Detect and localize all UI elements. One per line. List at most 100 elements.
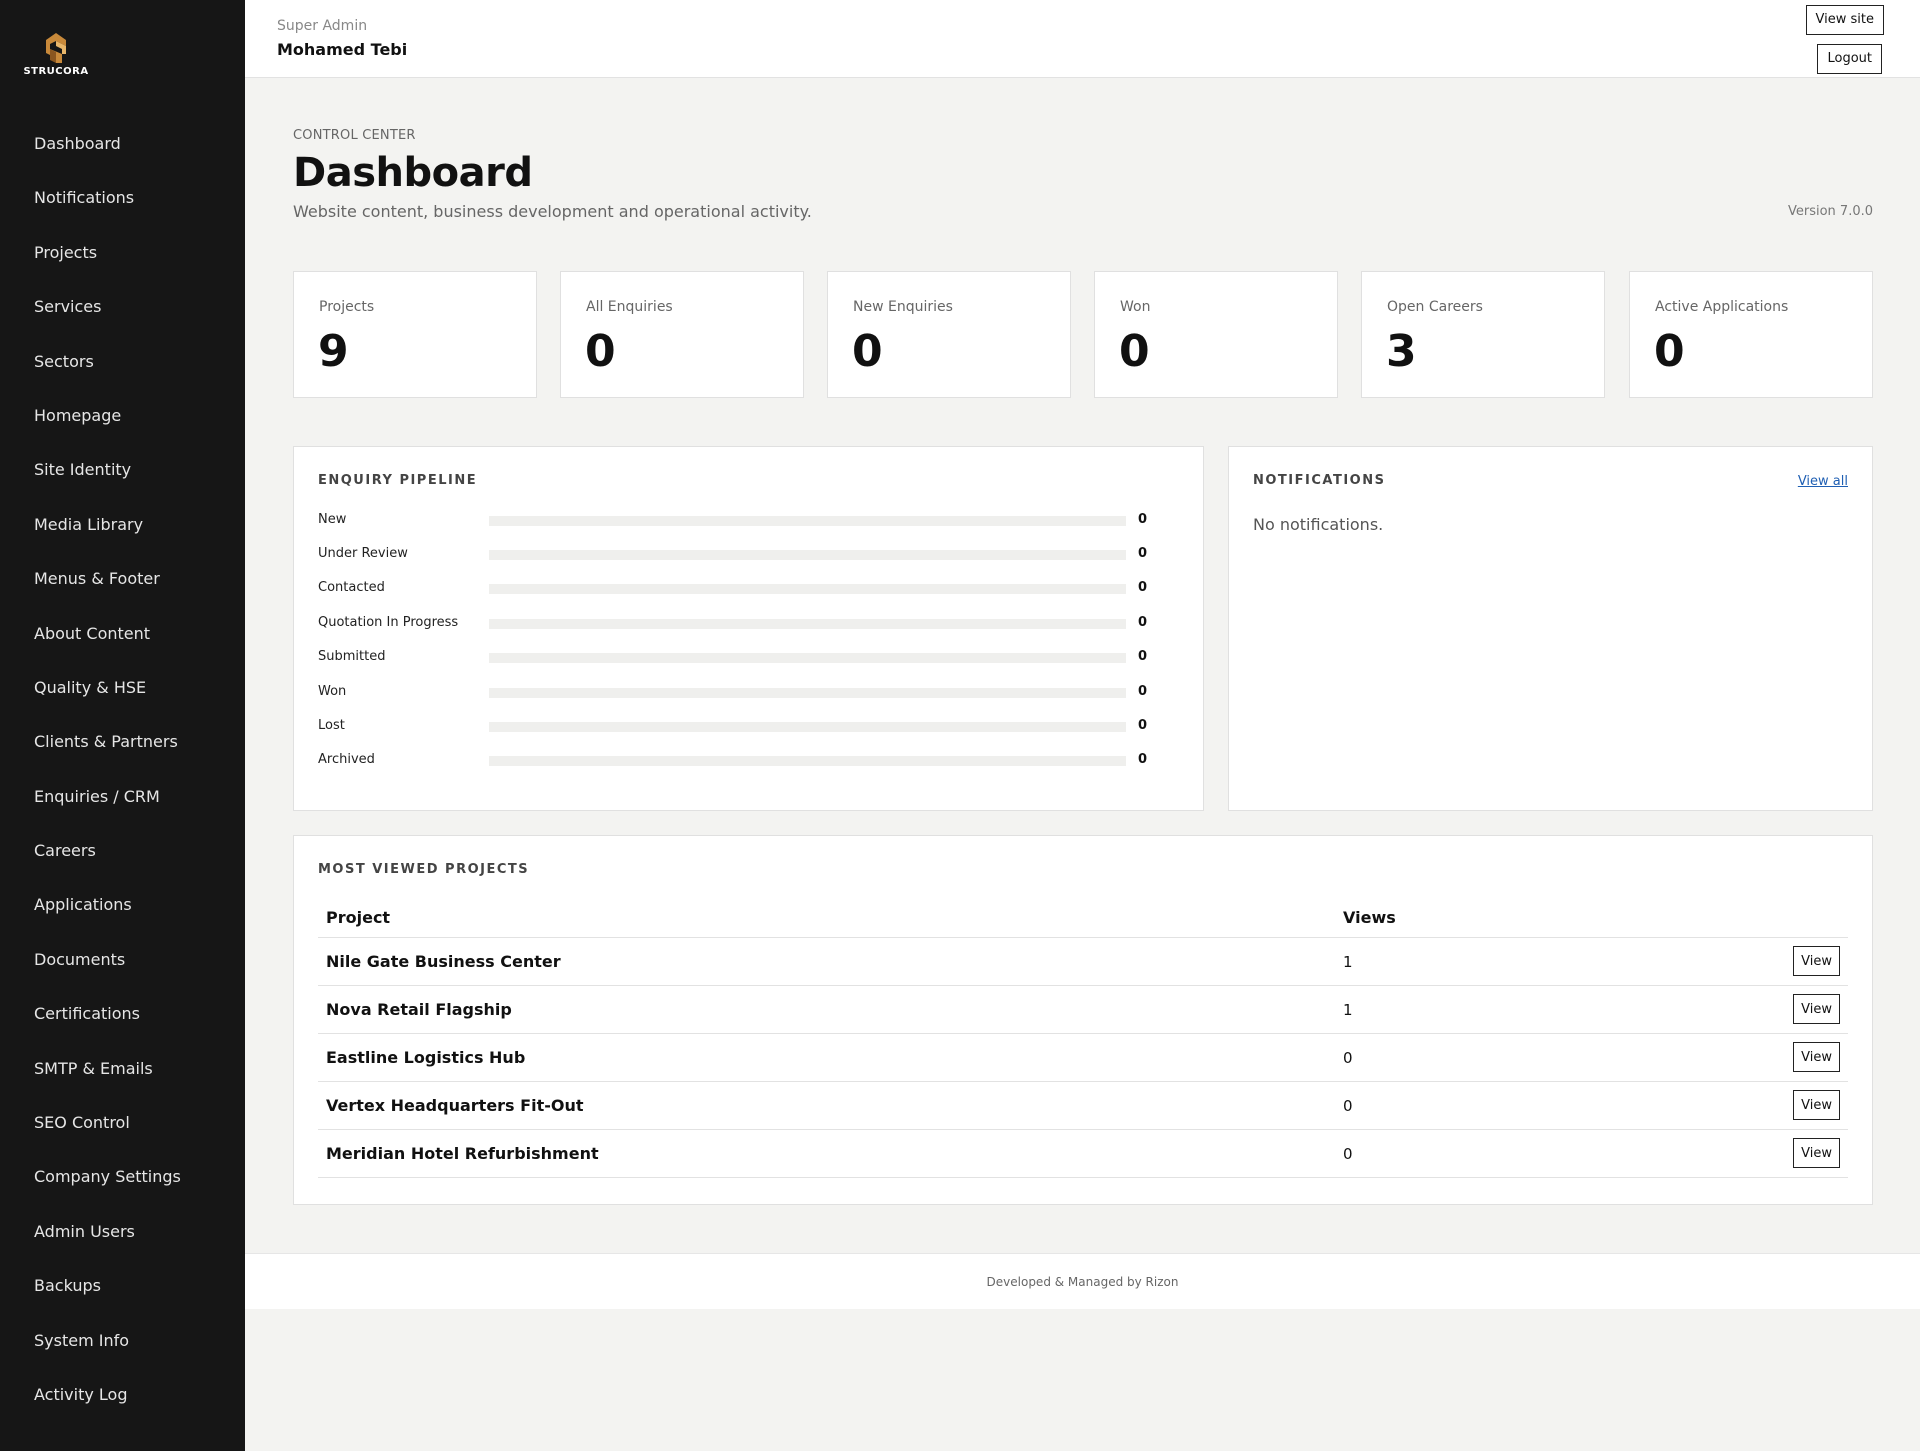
sidebar-item-sectors[interactable]: Sectors <box>0 336 245 390</box>
pipeline-row-quotation-in-progress: Quotation In Progress 0 <box>318 613 1178 633</box>
table-row: Vertex Headquarters Fit-Out 0 View <box>318 1082 1848 1130</box>
sidebar-item-backups[interactable]: Backups <box>0 1260 245 1314</box>
sidebar-item-activity-log[interactable]: Activity Log <box>0 1369 245 1423</box>
most-viewed-projects-table: Project Views Nile Gate Business Center … <box>318 902 1848 1178</box>
view-project-button[interactable]: View <box>1793 1042 1840 1072</box>
pipeline-row-contacted: Contacted 0 <box>318 578 1178 598</box>
sidebar-item-site-identity[interactable]: Site Identity <box>0 444 245 498</box>
sidebar-item-about-content[interactable]: About Content <box>0 608 245 662</box>
view-project-button[interactable]: View <box>1793 946 1840 976</box>
sidebar-item-clients-partners[interactable]: Clients & Partners <box>0 716 245 770</box>
sidebar-item-smtp-emails[interactable]: SMTP & Emails <box>0 1043 245 1097</box>
project-name: Vertex Headquarters Fit-Out <box>326 1096 584 1115</box>
project-views: 1 <box>1343 1001 1353 1019</box>
stat-card-projects: Projects 9 <box>293 271 537 398</box>
pipeline-row-won: Won 0 <box>318 682 1178 702</box>
stat-value: 0 <box>852 326 883 377</box>
enquiry-pipeline-title: ENQUIRY PIPELINE <box>318 473 478 488</box>
stat-value: 0 <box>1654 326 1685 377</box>
most-viewed-projects-title: MOST VIEWED PROJECTS <box>318 862 530 877</box>
sidebar-item-company-settings[interactable]: Company Settings <box>0 1151 245 1205</box>
pipeline-bar-track <box>489 516 1126 526</box>
pipeline-stage-count: 0 <box>1138 546 1148 561</box>
sidebar-item-applications[interactable]: Applications <box>0 879 245 933</box>
stat-card-won: Won 0 <box>1094 271 1338 398</box>
sidebar-item-system-info[interactable]: System Info <box>0 1315 245 1369</box>
sidebar: STRUCORA Dashboard Notifications Project… <box>0 0 245 1451</box>
sidebar-item-careers[interactable]: Careers <box>0 825 245 879</box>
stat-card-open-careers: Open Careers 3 <box>1361 271 1605 398</box>
brand-logo[interactable]: STRUCORA <box>20 32 92 80</box>
table-row: Nova Retail Flagship 1 View <box>318 986 1848 1034</box>
project-views: 0 <box>1343 1049 1353 1067</box>
footer-credit: Developed & Managed by Rizon <box>986 1275 1179 1289</box>
page-subtitle: Website content, business development an… <box>293 202 812 221</box>
pipeline-stage-count: 0 <box>1138 718 1148 733</box>
pipeline-stage-label: Under Review <box>318 546 408 561</box>
sidebar-item-certifications[interactable]: Certifications <box>0 988 245 1042</box>
view-all-notifications-link[interactable]: View all <box>1798 474 1848 489</box>
enquiry-pipeline-card: ENQUIRY PIPELINE New 0 Under Review 0 Co… <box>293 446 1204 811</box>
pipeline-bar-track <box>489 550 1126 560</box>
pipeline-bar-track <box>489 722 1126 732</box>
strucora-logo-icon <box>46 33 66 63</box>
pipeline-stage-label: Contacted <box>318 580 385 595</box>
column-header-views: Views <box>1343 908 1396 927</box>
sidebar-item-enquiries-crm[interactable]: Enquiries / CRM <box>0 771 245 825</box>
stat-value: 0 <box>585 326 616 377</box>
project-name: Meridian Hotel Refurbishment <box>326 1144 599 1163</box>
stat-value: 0 <box>1119 326 1150 377</box>
logout-button[interactable]: Logout <box>1817 44 1882 74</box>
project-name: Nile Gate Business Center <box>326 952 561 971</box>
pipeline-row-submitted: Submitted 0 <box>318 647 1178 667</box>
sidebar-item-admin-users[interactable]: Admin Users <box>0 1206 245 1260</box>
view-project-button[interactable]: View <box>1793 994 1840 1024</box>
user-name: Mohamed Tebi <box>277 40 408 59</box>
table-row: Nile Gate Business Center 1 View <box>318 938 1848 986</box>
sidebar-item-menus-footer[interactable]: Menus & Footer <box>0 553 245 607</box>
pipeline-bar-track <box>489 653 1126 663</box>
pipeline-row-new: New 0 <box>318 510 1178 530</box>
sidebar-item-documents[interactable]: Documents <box>0 934 245 988</box>
stat-card-new-enquiries: New Enquiries 0 <box>827 271 1071 398</box>
version-label: Version 7.0.0 <box>1787 204 1873 219</box>
stat-card-all-enquiries: All Enquiries 0 <box>560 271 804 398</box>
pipeline-bar-track <box>489 688 1126 698</box>
pipeline-row-archived: Archived 0 <box>318 750 1178 770</box>
stat-label: Active Applications <box>1655 299 1789 315</box>
notifications-card: NOTIFICATIONS View all No notifications. <box>1228 446 1873 811</box>
sidebar-item-dashboard[interactable]: Dashboard <box>0 118 245 172</box>
sidebar-nav: Dashboard Notifications Projects Service… <box>0 118 245 1423</box>
sidebar-item-notifications[interactable]: Notifications <box>0 172 245 226</box>
pipeline-bar-track <box>489 584 1126 594</box>
project-name: Nova Retail Flagship <box>326 1000 512 1019</box>
stat-label: New Enquiries <box>853 299 953 315</box>
brand-logo-text: STRUCORA <box>23 66 89 77</box>
pipeline-stage-label: Archived <box>318 752 375 767</box>
table-row: Meridian Hotel Refurbishment 0 View <box>318 1130 1848 1178</box>
stat-label: Projects <box>319 299 375 315</box>
pipeline-stage-count: 0 <box>1138 615 1148 630</box>
pipeline-stage-count: 0 <box>1138 684 1148 699</box>
table-row: Eastline Logistics Hub 0 View <box>318 1034 1848 1082</box>
stat-label: Open Careers <box>1387 299 1483 315</box>
pipeline-stage-label: Won <box>318 684 347 699</box>
sidebar-item-projects[interactable]: Projects <box>0 227 245 281</box>
sidebar-item-seo-control[interactable]: SEO Control <box>0 1097 245 1151</box>
view-project-button[interactable]: View <box>1793 1138 1840 1168</box>
pipeline-row-lost: Lost 0 <box>318 716 1178 736</box>
sidebar-item-media-library[interactable]: Media Library <box>0 499 245 553</box>
sidebar-item-quality-hse[interactable]: Quality & HSE <box>0 662 245 716</box>
table-header: Project Views <box>318 902 1848 938</box>
stats-row: Projects 9 All Enquiries 0 New Enquiries… <box>293 271 1873 398</box>
pipeline-bar-track <box>489 756 1126 766</box>
page-footer: Developed & Managed by Rizon <box>245 1253 1920 1309</box>
view-site-button[interactable]: View site <box>1805 5 1884 35</box>
stat-value: 3 <box>1386 326 1417 377</box>
project-views: 0 <box>1343 1097 1353 1115</box>
stat-label: All Enquiries <box>586 299 673 315</box>
sidebar-item-homepage[interactable]: Homepage <box>0 390 245 444</box>
project-name: Eastline Logistics Hub <box>326 1048 526 1067</box>
sidebar-item-services[interactable]: Services <box>0 281 245 335</box>
view-project-button[interactable]: View <box>1793 1090 1840 1120</box>
